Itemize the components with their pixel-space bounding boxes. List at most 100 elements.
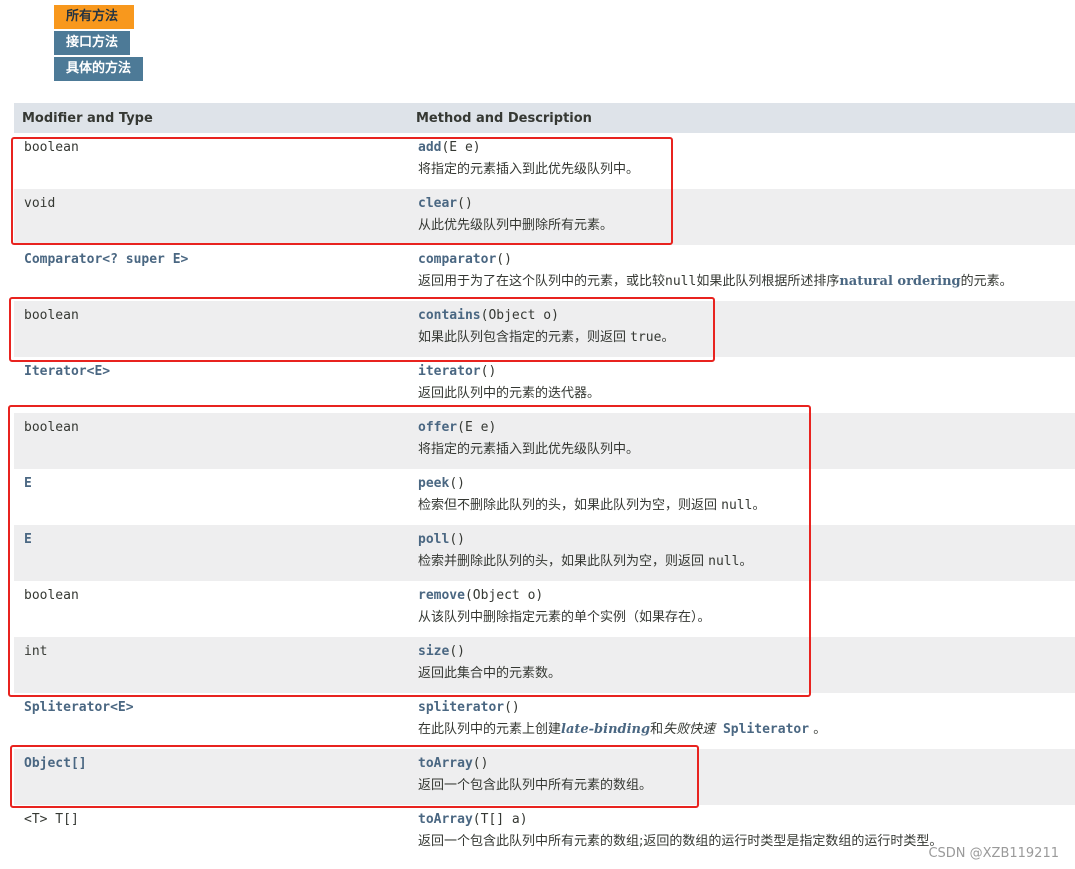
- method-description-cell: offer(E e) 将指定的元素插入到此优先级队列中。: [408, 413, 1075, 469]
- return-type: int: [24, 644, 48, 659]
- tab-all-methods-label: 所有方法: [66, 9, 119, 24]
- natural-ordering-link[interactable]: natural ordering: [839, 274, 960, 289]
- method-signature: toArray(T[] a): [418, 812, 1075, 828]
- method-params: (E e): [441, 140, 481, 155]
- return-type[interactable]: Iterator<E>: [24, 364, 110, 379]
- table-row: Epeek() 检索但不删除此队列的头，如果此队列为空，则返回 null。: [14, 469, 1075, 525]
- method-signature: spliterator(): [418, 700, 1075, 716]
- table-row: Comparator<? super E> comparator() 返回用于为了在…: [14, 245, 1075, 301]
- tab-concrete-methods-label: 具体的方法: [66, 61, 132, 76]
- tab-interface-methods[interactable]: 接口方法: [54, 31, 131, 55]
- return-type: boolean: [24, 308, 79, 323]
- method-description: 返回用于为了在这个队列中的元素，或比较null如果此队列根据所述排序natura…: [418, 274, 1075, 290]
- method-description-cell: remove(Object o) 从该队列中删除指定元素的单个实例（如果存在）。: [408, 581, 1075, 637]
- method-signature: toArray(): [418, 756, 1075, 772]
- method-description: 将指定的元素插入到此优先级队列中。: [418, 162, 640, 177]
- method-signature: iterator(): [418, 364, 1075, 380]
- method-description-cell: spliterator() 在此队列中的元素上创建late-binding和失败快…: [408, 693, 1075, 749]
- tab-all-methods[interactable]: 所有方法: [54, 5, 135, 29]
- return-type[interactable]: Spliterator<E>: [24, 700, 134, 715]
- method-signature: clear(): [418, 196, 1075, 212]
- return-type[interactable]: Object[]: [24, 756, 87, 771]
- modifier-type-cell: boolean: [14, 133, 408, 189]
- method-description-cell: contains(Object o) 如果此队列包含指定的元素，则返回 true。: [408, 301, 1075, 357]
- return-type[interactable]: Comparator<? super E>: [24, 252, 188, 267]
- method-description: 检索并删除此队列的头，如果此队列为空，则返回 null。: [418, 554, 1075, 570]
- method-link-add[interactable]: add: [418, 140, 441, 155]
- table-row: Iterator<E> iterator() 返回此队列中的元素的迭代器。: [14, 357, 1075, 413]
- method-description: 返回此队列中的元素的迭代器。: [418, 386, 601, 401]
- return-type: boolean: [24, 420, 79, 435]
- method-params: (): [472, 756, 489, 771]
- modifier-type-cell: boolean: [14, 301, 408, 357]
- description-part: 。: [752, 498, 766, 513]
- method-description-cell: toArray() 返回一个包含此队列中所有元素的数组。: [408, 749, 1075, 805]
- description-part: 在此队列中的元素上创建: [418, 722, 562, 737]
- method-link-spliterator[interactable]: spliterator: [418, 700, 504, 715]
- method-description: 如果此队列包含指定的元素，则返回 true。: [418, 330, 1075, 346]
- method-description-cell: comparator() 返回用于为了在这个队列中的元素，或比较null如果此队列…: [408, 245, 1075, 301]
- method-description-cell: peek() 检索但不删除此队列的头，如果此队列为空，则返回 null。: [408, 469, 1075, 525]
- method-summary-table: Modifier and Type Method and Description…: [14, 103, 1075, 861]
- method-signature: poll(): [418, 532, 1075, 548]
- method-params: (): [480, 364, 497, 379]
- return-type: boolean: [24, 140, 79, 155]
- method-link-toArray[interactable]: toArray: [418, 756, 473, 771]
- description-part: null: [665, 274, 697, 289]
- late-binding-link[interactable]: late-binding: [561, 722, 650, 737]
- table-header-row: Modifier and Type Method and Description: [14, 103, 1075, 133]
- modifier-type-cell: E: [14, 469, 408, 525]
- modifier-type-cell: <T> T[]: [14, 805, 408, 861]
- table-row: boolean add(E e) 将指定的元素插入到此优先级队列中。: [14, 133, 1075, 189]
- table-row: boolean contains(Object o) 如果此队列包含指定的元素，则返…: [14, 301, 1075, 357]
- description-part: 如果此队列根据所述排序: [696, 274, 840, 289]
- description-part: 检索并删除此队列的头，如果此队列为空，则返回: [418, 554, 709, 569]
- method-description: 检索但不删除此队列的头，如果此队列为空，则返回 null。: [418, 498, 1075, 514]
- description-part: null: [708, 554, 740, 569]
- table-row: int size() 返回此集合中的元素数。: [14, 637, 1075, 693]
- modifier-type-cell: boolean: [14, 413, 408, 469]
- method-params: (Object o): [480, 308, 559, 323]
- method-link-offer[interactable]: offer: [418, 420, 457, 435]
- return-type[interactable]: E: [24, 532, 32, 547]
- modifier-type-cell: void: [14, 189, 408, 245]
- method-params: (): [457, 196, 473, 211]
- method-link-contains[interactable]: contains: [418, 308, 481, 323]
- modifier-type-cell: E: [14, 525, 408, 581]
- method-description-cell: clear() 从此优先级队列中删除所有元素。: [408, 189, 1075, 245]
- method-link-clear[interactable]: clear: [418, 196, 457, 211]
- method-signature: remove(Object o): [418, 588, 1075, 604]
- method-signature: contains(Object o): [418, 308, 1075, 324]
- method-params: (E e): [457, 420, 497, 435]
- return-type: void: [24, 196, 56, 211]
- method-params: (): [504, 700, 520, 715]
- method-tabs: 所有方法 接口方法 具体的方法: [54, 5, 144, 83]
- tab-concrete-methods[interactable]: 具体的方法: [54, 57, 144, 81]
- table-row: void clear() 从此优先级队列中删除所有元素。: [14, 189, 1075, 245]
- description-part: 返回用于为了在这个队列中的元素，或比较: [418, 274, 666, 289]
- description-part: 失败快速: [663, 722, 716, 737]
- method-link-comparator[interactable]: comparator: [418, 252, 496, 267]
- method-link-remove[interactable]: remove: [418, 588, 465, 603]
- modifier-type-cell: Iterator<E>: [14, 357, 408, 413]
- header-modifier-type: Modifier and Type: [14, 103, 408, 133]
- method-link-size[interactable]: size: [418, 644, 449, 659]
- return-type[interactable]: E: [24, 476, 32, 491]
- method-link-iterator[interactable]: iterator: [418, 364, 481, 379]
- method-params: (): [449, 644, 465, 659]
- method-link-peek[interactable]: peek: [418, 476, 449, 491]
- description-part: 。: [809, 722, 827, 737]
- modifier-type-cell: Object[]: [14, 749, 408, 805]
- method-params: (): [496, 252, 512, 267]
- method-description-cell: iterator() 返回此队列中的元素的迭代器。: [408, 357, 1075, 413]
- method-link-toArray[interactable]: toArray: [418, 812, 473, 827]
- modifier-type-cell: Spliterator<E>: [14, 693, 408, 749]
- method-link-poll[interactable]: poll: [418, 532, 449, 547]
- description-part: 检索但不删除此队列的头，如果此队列为空，则返回: [418, 498, 722, 513]
- table-row: Epoll() 检索并删除此队列的头，如果此队列为空，则返回 null。: [14, 525, 1075, 581]
- spliterator-link[interactable]: Spliterator: [715, 722, 809, 737]
- method-description: 从该队列中删除指定元素的单个实例（如果存在）。: [418, 610, 711, 625]
- watermark: CSDN @XZB119211: [928, 846, 1059, 861]
- method-signature: comparator(): [418, 252, 1075, 268]
- method-params: (): [449, 476, 465, 491]
